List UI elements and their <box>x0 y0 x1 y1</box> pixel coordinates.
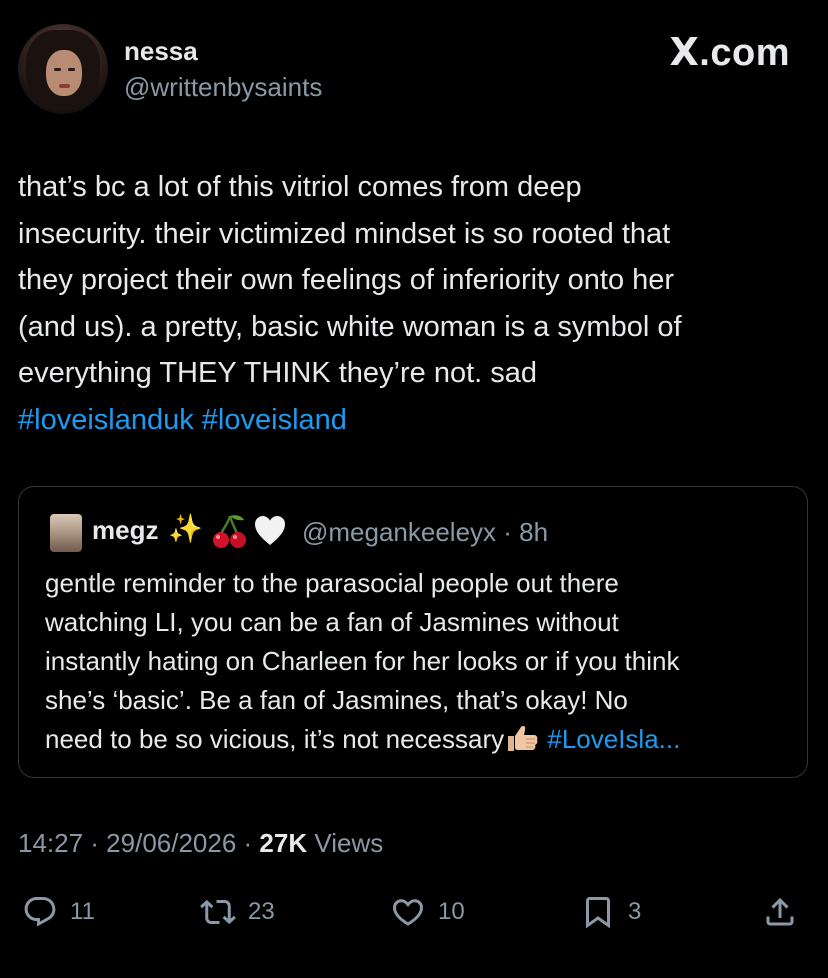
author-display-name[interactable]: nessa <box>124 36 198 67</box>
quoted-tweet-text: gentle reminder to the parasocial people… <box>45 564 805 759</box>
tweet-text: that’s bc a lot of this vitriol comes fr… <box>18 164 818 443</box>
repost-icon <box>200 899 236 925</box>
bookmark-button[interactable]: 3 <box>580 892 641 932</box>
share-button[interactable] <box>762 892 810 932</box>
hashtag-link[interactable]: #loveislanduk <box>18 404 194 436</box>
quoted-author-name[interactable]: megz <box>92 515 158 546</box>
white-heart-emoji <box>255 516 285 545</box>
repost-button[interactable]: 23 <box>200 892 275 932</box>
author-handle[interactable]: @writtenbysaints <box>124 72 322 103</box>
quote-line: gentle reminder to the parasocial people… <box>45 568 619 598</box>
hashtag-link[interactable]: #loveisland <box>202 404 347 436</box>
hashtag-line: #loveislanduk #loveisland <box>18 397 818 444</box>
tweet-line: they project their own feelings of infer… <box>18 264 675 296</box>
share-icon <box>766 897 794 926</box>
quote-line: she’s ‘basic’. Be a fan of Jasmines, tha… <box>45 685 628 715</box>
bookmark-count: 3 <box>628 898 642 925</box>
like-count: 10 <box>438 898 465 925</box>
reply-button[interactable]: 11 <box>22 892 95 932</box>
author-avatar[interactable] <box>18 24 108 114</box>
quote-line: instantly hating on Charleen for her loo… <box>45 646 680 676</box>
like-button[interactable]: 10 <box>390 892 465 932</box>
quote-line: need to be so vicious, it’s not necessar… <box>45 720 805 759</box>
quote-last-text: need to be so vicious, it’s not necessar… <box>45 724 505 754</box>
tweet-line: everything THEY THINK they’re not. sad <box>18 357 538 389</box>
bookmark-icon <box>586 897 610 929</box>
tweet-line: (and us). a pretty, basic white woman is… <box>18 310 682 343</box>
thumbs-up-emoji <box>508 726 538 751</box>
tweet-meta: 14:27 · 29/06/2026 · 27K Views <box>18 828 383 859</box>
hashtag-link[interactable]: #LoveIsla... <box>547 724 680 754</box>
quote-line: watching LI, you can be a fan of Jasmine… <box>45 607 619 637</box>
reply-icon <box>24 897 56 927</box>
views-label: Views <box>307 828 384 858</box>
tweet-line: that’s bc a lot of this vitriol comes fr… <box>18 171 582 203</box>
like-icon <box>392 899 424 926</box>
x-watermark: X.com <box>669 30 790 74</box>
quoted-author-avatar[interactable] <box>50 514 82 552</box>
repost-count: 23 <box>248 898 275 925</box>
quoted-author-handle-time[interactable]: @megankeeleyx · 8h <box>302 517 548 548</box>
sparkles-emoji: ✨ <box>168 513 203 544</box>
timestamp[interactable]: 14:27 · 29/06/2026 · <box>18 828 259 858</box>
reply-count: 11 <box>70 898 95 925</box>
cherries-emoji <box>213 515 246 548</box>
views-count: 27K <box>259 828 308 858</box>
tweet-line: insecurity. their victimized mindset is … <box>18 217 671 250</box>
